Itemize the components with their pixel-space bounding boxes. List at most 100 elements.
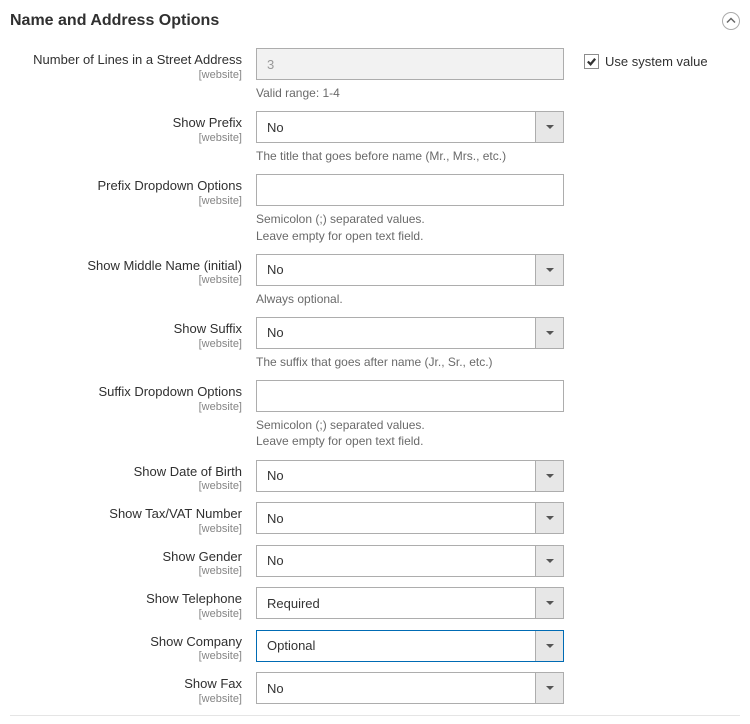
- show-suffix-select[interactable]: No: [256, 317, 564, 349]
- scope-label: [website]: [10, 565, 242, 577]
- row-show-company: Show Company [website] Optional: [10, 630, 740, 663]
- chevron-down-icon: [535, 255, 563, 285]
- chevron-down-icon: [535, 673, 563, 703]
- label-col: Show Gender [website]: [10, 545, 256, 578]
- field-label: Show Tax/VAT Number: [109, 506, 242, 521]
- field-col: Optional: [256, 630, 564, 663]
- row-show-suffix: Show Suffix [website] No The suffix that…: [10, 317, 740, 370]
- row-show-vat: Show Tax/VAT Number [website] No: [10, 502, 740, 535]
- field-col: Valid range: 1-4: [256, 48, 564, 101]
- use-system-value-checkbox[interactable]: Use system value: [584, 54, 708, 69]
- collapse-toggle[interactable]: [722, 12, 740, 30]
- label-col: Show Suffix [website]: [10, 317, 256, 370]
- chevron-down-icon: [535, 461, 563, 491]
- label-col: Show Company [website]: [10, 630, 256, 663]
- scope-label: [website]: [10, 338, 242, 350]
- row-suffix-options: Suffix Dropdown Options [website] Semico…: [10, 380, 740, 449]
- select-value: No: [267, 262, 284, 277]
- scope-label: [website]: [10, 132, 242, 144]
- scope-label: [website]: [10, 274, 242, 286]
- scope-label: [website]: [10, 523, 242, 535]
- chevron-up-icon: [726, 16, 736, 26]
- field-comment: Semicolon (;) separated values. Leave em…: [256, 417, 564, 449]
- chevron-down-icon: [535, 112, 563, 142]
- select-value: No: [267, 553, 284, 568]
- field-comment: The suffix that goes after name (Jr., Sr…: [256, 354, 564, 370]
- after-col: Use system value: [564, 48, 708, 101]
- field-comment: Always optional.: [256, 291, 564, 307]
- select-value: No: [267, 511, 284, 526]
- label-col: Show Fax [website]: [10, 672, 256, 705]
- field-label: Show Company: [150, 634, 242, 649]
- show-vat-select[interactable]: No: [256, 502, 564, 534]
- row-prefix-options: Prefix Dropdown Options [website] Semico…: [10, 174, 740, 243]
- label-col: Number of Lines in a Street Address [web…: [10, 48, 256, 101]
- section-header: Name and Address Options: [10, 8, 740, 42]
- label-col: Show Tax/VAT Number [website]: [10, 502, 256, 535]
- chevron-down-icon: [535, 588, 563, 618]
- field-label: Show Fax: [184, 676, 242, 691]
- scope-label: [website]: [10, 650, 242, 662]
- section-divider: [10, 715, 740, 716]
- label-col: Show Date of Birth [website]: [10, 460, 256, 493]
- show-middle-select[interactable]: No: [256, 254, 564, 286]
- field-col: No: [256, 672, 564, 705]
- show-gender-select[interactable]: No: [256, 545, 564, 577]
- show-telephone-select[interactable]: Required: [256, 587, 564, 619]
- chevron-down-icon: [535, 631, 563, 661]
- field-label: Prefix Dropdown Options: [97, 178, 242, 193]
- suffix-options-input[interactable]: [256, 380, 564, 412]
- row-show-middle: Show Middle Name (initial) [website] No …: [10, 254, 740, 307]
- field-col: No The title that goes before name (Mr.,…: [256, 111, 564, 164]
- field-label: Show Date of Birth: [134, 464, 242, 479]
- select-value: No: [267, 468, 284, 483]
- row-show-prefix: Show Prefix [website] No The title that …: [10, 111, 740, 164]
- scope-label: [website]: [10, 608, 242, 620]
- field-col: No: [256, 460, 564, 493]
- show-fax-select[interactable]: No: [256, 672, 564, 704]
- label-col: Show Telephone [website]: [10, 587, 256, 620]
- row-show-fax: Show Fax [website] No: [10, 672, 740, 705]
- scope-label: [website]: [10, 401, 242, 413]
- select-value: Required: [267, 596, 320, 611]
- row-show-telephone: Show Telephone [website] Required: [10, 587, 740, 620]
- select-value: No: [267, 325, 284, 340]
- show-company-select[interactable]: Optional: [256, 630, 564, 662]
- row-street-lines: Number of Lines in a Street Address [web…: [10, 48, 740, 101]
- label-col: Prefix Dropdown Options [website]: [10, 174, 256, 243]
- field-label: Show Middle Name (initial): [87, 258, 242, 273]
- select-value: No: [267, 681, 284, 696]
- field-comment: Semicolon (;) separated values. Leave em…: [256, 211, 564, 243]
- scope-label: [website]: [10, 693, 242, 705]
- field-label: Show Prefix: [173, 115, 242, 130]
- select-value: Optional: [267, 638, 315, 653]
- label-col: Suffix Dropdown Options [website]: [10, 380, 256, 449]
- field-col: Semicolon (;) separated values. Leave em…: [256, 380, 564, 449]
- label-col: Show Prefix [website]: [10, 111, 256, 164]
- field-col: Required: [256, 587, 564, 620]
- field-col: Semicolon (;) separated values. Leave em…: [256, 174, 564, 243]
- scope-label: [website]: [10, 480, 242, 492]
- field-label: Show Gender: [163, 549, 243, 564]
- row-show-gender: Show Gender [website] No: [10, 545, 740, 578]
- fields-container: Number of Lines in a Street Address [web…: [10, 42, 740, 705]
- row-show-dob: Show Date of Birth [website] No: [10, 460, 740, 493]
- checkbox-label: Use system value: [605, 54, 708, 69]
- field-col: No: [256, 545, 564, 578]
- field-col: No: [256, 502, 564, 535]
- section-title: Name and Address Options: [10, 12, 219, 30]
- field-label: Show Suffix: [174, 321, 242, 336]
- scope-label: [website]: [10, 195, 242, 207]
- field-col: No The suffix that goes after name (Jr.,…: [256, 317, 564, 370]
- chevron-down-icon: [535, 318, 563, 348]
- chevron-down-icon: [535, 503, 563, 533]
- field-col: No Always optional.: [256, 254, 564, 307]
- select-value: No: [267, 120, 284, 135]
- field-label: Number of Lines in a Street Address: [33, 52, 242, 67]
- prefix-options-input[interactable]: [256, 174, 564, 206]
- show-prefix-select[interactable]: No: [256, 111, 564, 143]
- scope-label: [website]: [10, 69, 242, 81]
- field-comment: The title that goes before name (Mr., Mr…: [256, 148, 564, 164]
- show-dob-select[interactable]: No: [256, 460, 564, 492]
- field-label: Show Telephone: [146, 591, 242, 606]
